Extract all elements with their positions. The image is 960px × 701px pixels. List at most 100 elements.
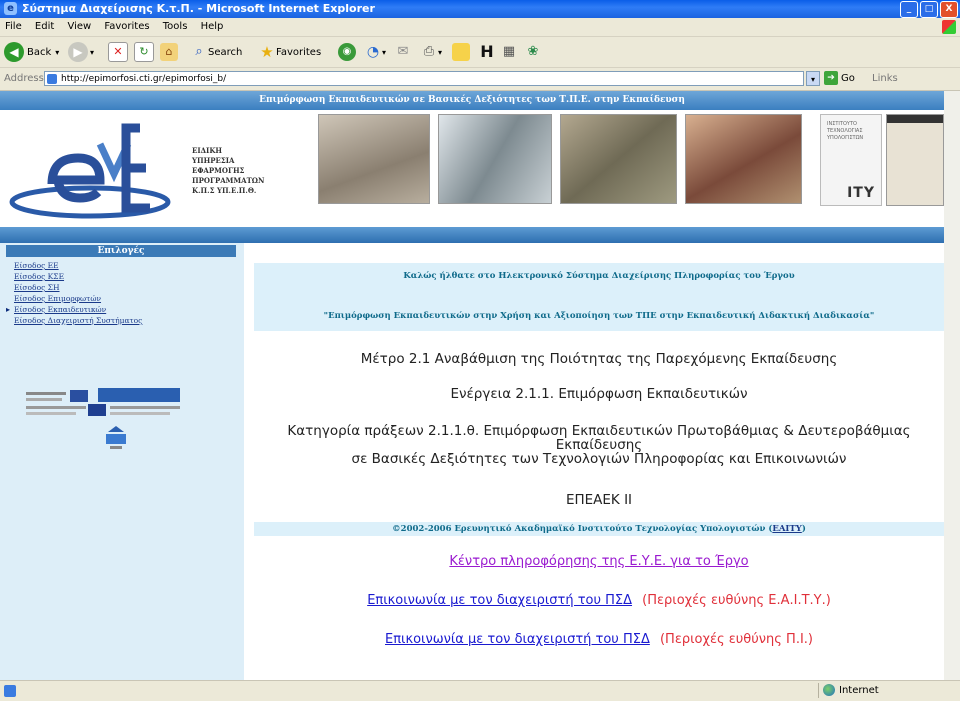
agency-line: ΕΙΔΙΚΗ <box>192 146 223 155</box>
agency-line: ΥΠΗΡΕΣΙΑ <box>192 156 235 165</box>
site-banner: ΕΙΔΙΚΗ ΥΠΗΡΕΣΙΑ ΕΦΑΡΜΟΓΗΣ ΠΡΟΓΡΑΜΜΑΤΩΝ Κ… <box>0 110 944 227</box>
messenger-icon: ❀ <box>527 44 539 59</box>
favorites-star-icon: ★ <box>260 43 274 61</box>
media-icon: ◉ <box>338 43 356 61</box>
sidebar-item-si[interactable]: Είσοδος ΣΗ <box>8 282 244 293</box>
banner-photo-students <box>685 114 802 204</box>
research-icon: ▦ <box>502 44 516 59</box>
info-center-link[interactable]: Κέντρο πληροφόρησης της Ε.Υ.Ε. για το Έρ… <box>449 554 748 569</box>
windows-flag-icon <box>942 20 956 34</box>
search-icon: ⌕ <box>195 44 203 59</box>
page-icon <box>47 74 57 84</box>
go-button[interactable]: ➔ Go <box>824 71 855 85</box>
menu-tools[interactable]: Tools <box>158 18 193 35</box>
eu-funding-logos <box>26 388 180 449</box>
standard-toolbar: ◀ Back ▾ ▶ ▾ ✕ ↻ ⌂ ⌕ Search ★ Favorites … <box>0 37 960 68</box>
measure-text: Μέτρο 2.1 Αναβάθμιση της Ποιότητας της Π… <box>360 351 838 367</box>
copyright-close: ) <box>801 524 806 534</box>
media-button[interactable]: ◉ <box>338 42 356 62</box>
main-content: Καλώς ήλθατε στο Ηλεκτρονικό Σύστημα Δια… <box>254 243 944 680</box>
edit-button[interactable] <box>452 42 470 62</box>
menu-view[interactable]: View <box>62 18 96 35</box>
links-button[interactable]: Links <box>872 73 898 84</box>
contact-admin-link-eaity[interactable]: Επικοινωνία με τον διαχειριστή του ΠΣΔ <box>367 593 632 608</box>
banner-divider <box>0 227 944 243</box>
newsletter-header <box>887 115 943 123</box>
favorites-label: Favorites <box>276 46 322 58</box>
agency-line: ΕΦΑΡΜΟΓΗΣ <box>192 166 245 175</box>
sidebar-menu: Είσοδος ΕΕ Είσοδος ΚΣΕ Είσοδος ΣΗ Είσοδο… <box>6 260 244 326</box>
search-button[interactable]: ⌕ Search <box>190 42 242 62</box>
sidebar-item-admin[interactable]: Είσοδος Διαχειριστή Συστήματος <box>8 315 244 326</box>
category-line: σε Βασικές Δεξιότητες των Τεχνολογιών Πλ… <box>351 451 847 467</box>
copyright-text: ©2002-2006 Ερευνητικό Ακαδημαϊκό Ινστιτο… <box>392 524 773 534</box>
back-arrow-icon: ◀ <box>4 42 24 62</box>
eaity-link[interactable]: ΕΑΙΤΥ <box>772 524 801 534</box>
mail-button[interactable]: ✉ <box>394 42 412 62</box>
edit-folder-icon <box>452 43 470 61</box>
ity-logo-label: ITY <box>847 185 875 201</box>
banner-photo-classroom <box>438 114 552 204</box>
window-title: Σύστημα Διαχείρισης Κ.τ.Π. - Microsoft I… <box>22 2 375 15</box>
category-line: Εκπαίδευσης <box>555 437 643 453</box>
minimize-button[interactable]: _ <box>900 1 918 18</box>
messenger-button[interactable]: ❀ <box>524 42 542 62</box>
back-button[interactable]: ◀ Back ▾ <box>4 42 59 62</box>
address-input[interactable]: http://epimorfosi.cti.gr/epimorfosi_b/ <box>44 71 804 86</box>
search-label: Search <box>208 46 243 58</box>
refresh-icon: ↻ <box>134 42 154 62</box>
agency-name: ΕΙΔΙΚΗ ΥΠΗΡΕΣΙΑ ΕΦΑΡΜΟΓΗΣ ΠΡΟΓΡΑΜΜΑΤΩΝ Κ… <box>192 146 264 196</box>
address-bar: Address http://epimorfosi.cti.gr/epimorf… <box>0 68 960 91</box>
close-button[interactable]: X <box>940 1 958 18</box>
welcome-line: Καλώς ήλθατε στο Ηλεκτρονικό Σύστημα Δια… <box>403 271 795 281</box>
security-zone: Internet <box>818 683 959 698</box>
menu-favorites[interactable]: Favorites <box>99 18 154 35</box>
agency-line: ΠΡΟΓΡΑΜΜΑΤΩΝ <box>192 176 265 185</box>
eye-logo <box>9 123 171 219</box>
ity-logo: ΙΝΣΤΙΤΟΥΤΟ ΤΕΧΝΟΛΟΓΙΑΣ ΥΠΟΛΟΓΙΣΤΩΝ ITY <box>820 114 882 206</box>
go-label: Go <box>841 72 855 84</box>
print-icon: ⎙ <box>423 44 435 59</box>
contact-admin-link-pi[interactable]: Επικοινωνία με τον διαχειριστή του ΠΣΔ <box>385 632 650 647</box>
stop-button[interactable]: ✕ <box>108 42 128 62</box>
home-button[interactable]: ⌂ <box>160 42 178 62</box>
forward-dropdown-icon: ▾ <box>90 47 95 57</box>
address-url: http://epimorfosi.cti.gr/epimorfosi_b/ <box>61 74 227 84</box>
forward-button[interactable]: ▶ ▾ <box>68 42 94 62</box>
vertical-scrollbar[interactable] <box>944 91 960 680</box>
menu-edit[interactable]: Edit <box>30 18 59 35</box>
stop-icon: ✕ <box>108 42 128 62</box>
action-text: Ενέργεια 2.1.1. Επιμόρφωση Εκπαιδευτικών <box>450 386 748 402</box>
sidebar: Επιλογές Είσοδος ΕΕ Είσοδος ΚΣΕ Είσοδος … <box>0 243 244 680</box>
category-text: Κατηγορία πράξεων 2.1.1.θ. Επιμόρφωση Εκ… <box>254 423 944 467</box>
banner-photo-child <box>318 114 430 204</box>
menu-file[interactable]: File <box>0 18 27 35</box>
sidebar-item-kse[interactable]: Είσοδος ΚΣΕ <box>8 271 244 282</box>
address-label: Address <box>4 73 44 84</box>
internet-zone-icon <box>823 684 835 696</box>
sidebar-item-ee[interactable]: Είσοδος ΕΕ <box>8 260 244 271</box>
back-dropdown-icon: ▾ <box>55 47 60 57</box>
sidebar-item-teachers[interactable]: Είσοδος Εκπαιδευτικών <box>6 304 244 315</box>
refresh-button[interactable]: ↻ <box>134 42 154 62</box>
print-button[interactable]: ⎙ ▾ <box>420 42 442 62</box>
research-button[interactable]: ▦ <box>500 42 518 62</box>
sidebar-item-trainers[interactable]: Είσοδος Επιμορφωτών <box>8 293 244 304</box>
newsletter-thumbnail <box>886 114 944 206</box>
page-viewport: Επιμόρφωση Εκπαιδευτικών σε Βασικές Δεξι… <box>0 91 960 680</box>
back-label: Back <box>27 46 52 58</box>
ity-logo-text: ΙΝΣΤΙΤΟΥΤΟ ΤΕΧΝΟΛΟΓΙΑΣ ΥΠΟΛΟΓΙΣΤΩΝ <box>827 121 864 141</box>
copyright-bar: ©2002-2006 Ερευνητικό Ακαδημαϊκό Ινστιτο… <box>254 522 944 536</box>
history-icon: ◔ <box>366 44 380 60</box>
contact-note-eaity: (Περιοχές ευθύνης Ε.Α.Ι.Τ.Υ.) <box>642 593 831 608</box>
discuss-button[interactable]: H <box>478 42 496 62</box>
history-button[interactable]: ◔ ▾ <box>364 42 386 62</box>
agency-line: Κ.Π.Σ ΥΠ.Ε.Π.Θ. <box>192 186 257 195</box>
menu-help[interactable]: Help <box>196 18 229 35</box>
site-title-strip: Επιμόρφωση Εκπαιδευτικών σε Βασικές Δεξι… <box>0 91 944 110</box>
favorites-button[interactable]: ★ Favorites <box>258 42 321 62</box>
address-dropdown-button[interactable]: ▾ <box>806 71 820 86</box>
maximize-button[interactable]: □ <box>920 1 938 18</box>
banner-photo-computers <box>560 114 677 204</box>
project-title: "Επιμόρφωση Εκπαιδευτικών στην Χρήση και… <box>323 311 875 321</box>
